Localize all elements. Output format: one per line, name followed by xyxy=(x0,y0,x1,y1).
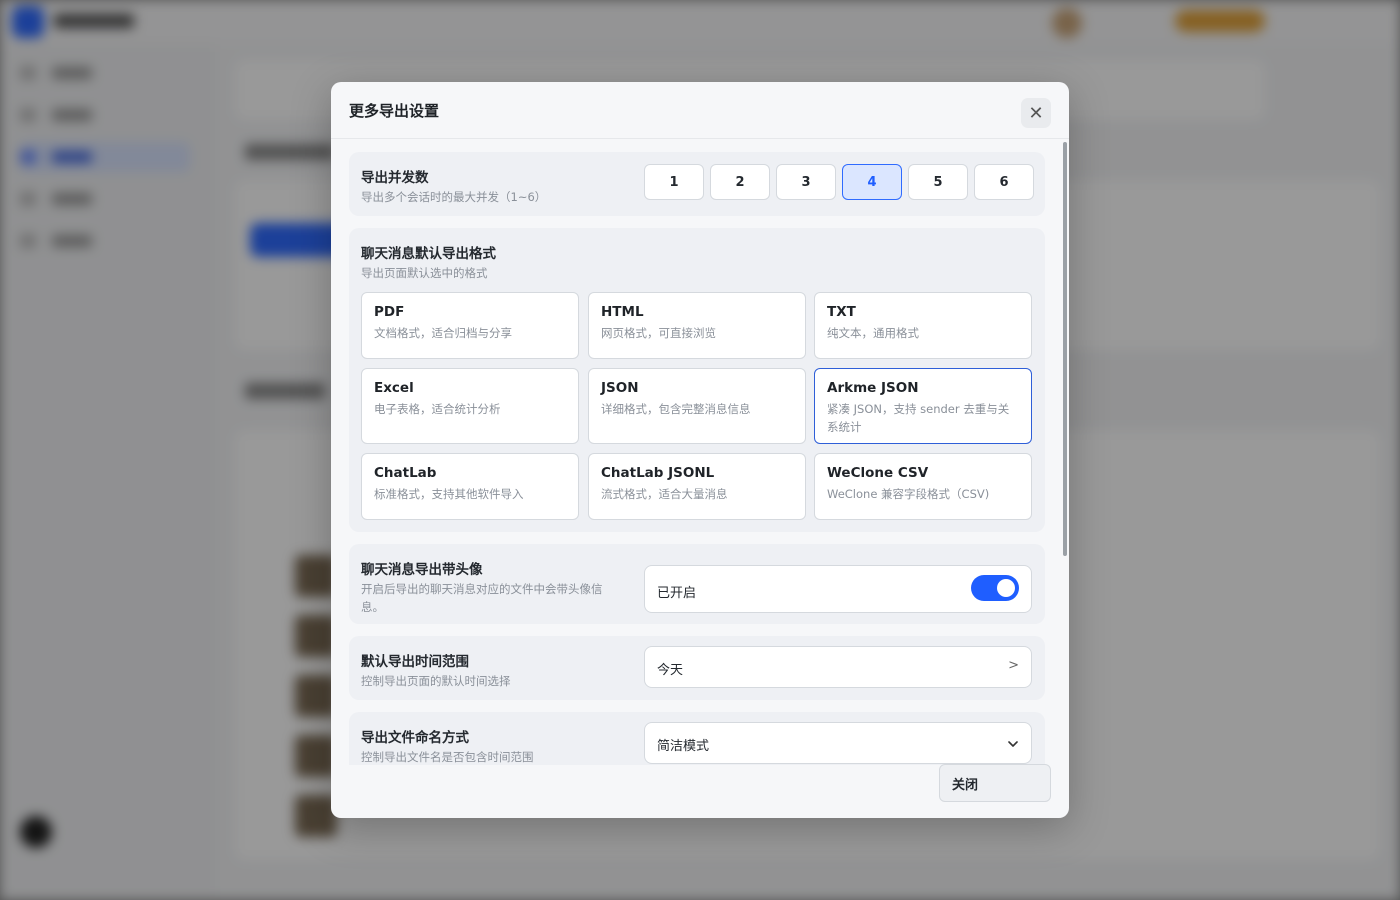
close-icon: ✕ xyxy=(1028,102,1044,124)
time-range-section: 默认导出时间范围 控制导出页面的默认时间选择 今天 > xyxy=(349,636,1045,700)
concurrency-option-3[interactable]: 3 xyxy=(776,164,836,200)
format-name: WeClone CSV xyxy=(827,465,929,481)
close-button[interactable]: 关闭 xyxy=(939,764,1051,802)
avatar-section: 聊天消息导出带头像 开启后导出的聊天消息对应的文件中会带头像信息。 已开启 xyxy=(349,544,1045,624)
format-option-chatlab[interactable]: ChatLab 标准格式，支持其他软件导入 xyxy=(361,453,579,520)
format-desc-text: 标准格式，支持其他软件导入 xyxy=(374,487,524,501)
avatar-toggle-field[interactable]: 已开启 xyxy=(644,565,1032,613)
format-option-txt[interactable]: TXT 纯文本，通用格式 xyxy=(814,292,1032,359)
time-range-title: 默认导出时间范围 xyxy=(361,654,469,670)
avatar-toggle[interactable] xyxy=(971,575,1019,601)
concurrency-option-6[interactable]: 6 xyxy=(974,164,1034,200)
format-option-chatlab-jsonl[interactable]: ChatLab JSONL 流式格式，适合大量消息 xyxy=(588,453,806,520)
format-desc-text: 详细格式，包含完整消息信息 xyxy=(601,402,751,416)
format-option-arkme-json[interactable]: Arkme JSON 紧凑 JSON，支持 sender 去重与关系统计 xyxy=(814,368,1032,444)
format-option-json[interactable]: JSON 详细格式，包含完整消息信息 xyxy=(588,368,806,444)
modal-scrollbar[interactable] xyxy=(1063,142,1067,556)
chevron-right-icon: > xyxy=(1008,658,1019,673)
format-title: 聊天消息默认导出格式 xyxy=(361,246,496,262)
format-name: TXT xyxy=(827,304,856,320)
format-desc-text: 网页格式，可直接浏览 xyxy=(601,326,716,340)
concurrency-title: 导出并发数 xyxy=(361,170,429,186)
naming-desc: 控制导出文件名是否包含时间范围 xyxy=(361,750,534,764)
format-option-pdf[interactable]: PDF 文档格式，适合归档与分享 xyxy=(361,292,579,359)
format-option-weclone-csv[interactable]: WeClone CSV WeClone 兼容字段格式（CSV) xyxy=(814,453,1032,520)
format-desc-text: WeClone 兼容字段格式（CSV) xyxy=(827,487,990,501)
concurrency-option-1[interactable]: 1 xyxy=(644,164,704,200)
avatar-status: 已开启 xyxy=(657,586,697,601)
format-name: PDF xyxy=(374,304,405,320)
format-option-excel[interactable]: Excel 电子表格，适合统计分析 xyxy=(361,368,579,444)
concurrency-desc: 导出多个会话时的最大并发（1~6） xyxy=(361,190,547,204)
concurrency-option-4[interactable]: 4 xyxy=(842,164,902,200)
format-name: JSON xyxy=(601,380,639,396)
modal-body: 导出并发数 导出多个会话时的最大并发（1~6） 1 2 3 4 5 6 聊天消息… xyxy=(331,140,1069,765)
format-name: Excel xyxy=(374,380,414,396)
modal-title: 更多导出设置 xyxy=(349,102,440,120)
concurrency-option-5[interactable]: 5 xyxy=(908,164,968,200)
avatar-title: 聊天消息导出带头像 xyxy=(361,562,483,578)
format-desc-text: 紧凑 JSON，支持 sender 去重与关系统计 xyxy=(827,402,1010,434)
toggle-knob xyxy=(997,579,1015,597)
format-desc-text: 流式格式，适合大量消息 xyxy=(601,487,728,501)
format-section: 聊天消息默认导出格式 导出页面默认选中的格式 PDF 文档格式，适合归档与分享 … xyxy=(349,228,1045,532)
modal-header: 更多导出设置 ✕ xyxy=(331,82,1069,139)
time-range-desc: 控制导出页面的默认时间选择 xyxy=(361,674,511,688)
naming-title: 导出文件命名方式 xyxy=(361,730,469,746)
format-desc: 导出页面默认选中的格式 xyxy=(361,266,488,280)
format-name: Arkme JSON xyxy=(827,380,919,396)
format-name: ChatLab xyxy=(374,465,437,481)
naming-section: 导出文件命名方式 控制导出文件名是否包含时间范围 简洁模式 xyxy=(349,712,1045,765)
format-desc-text: 文档格式，适合归档与分享 xyxy=(374,326,512,340)
export-settings-modal: 更多导出设置 ✕ 导出并发数 导出多个会话时的最大并发（1~6） 1 2 3 4… xyxy=(331,82,1069,818)
format-desc-text: 电子表格，适合统计分析 xyxy=(374,402,501,416)
concurrency-option-2[interactable]: 2 xyxy=(710,164,770,200)
naming-select[interactable]: 简洁模式 xyxy=(644,722,1032,764)
time-range-value: 今天 xyxy=(657,663,684,678)
chevron-down-icon xyxy=(1008,741,1018,747)
format-option-html[interactable]: HTML 网页格式，可直接浏览 xyxy=(588,292,806,359)
format-name: HTML xyxy=(601,304,644,320)
format-name: ChatLab JSONL xyxy=(601,465,715,481)
concurrency-section: 导出并发数 导出多个会话时的最大并发（1~6） 1 2 3 4 5 6 xyxy=(349,152,1045,216)
close-icon-button[interactable]: ✕ xyxy=(1021,98,1051,128)
naming-value: 简洁模式 xyxy=(657,739,710,754)
format-desc-text: 纯文本，通用格式 xyxy=(827,326,919,340)
time-range-selector[interactable]: 今天 > xyxy=(644,646,1032,688)
avatar-desc: 开启后导出的聊天消息对应的文件中会带头像信息。 xyxy=(361,582,603,614)
